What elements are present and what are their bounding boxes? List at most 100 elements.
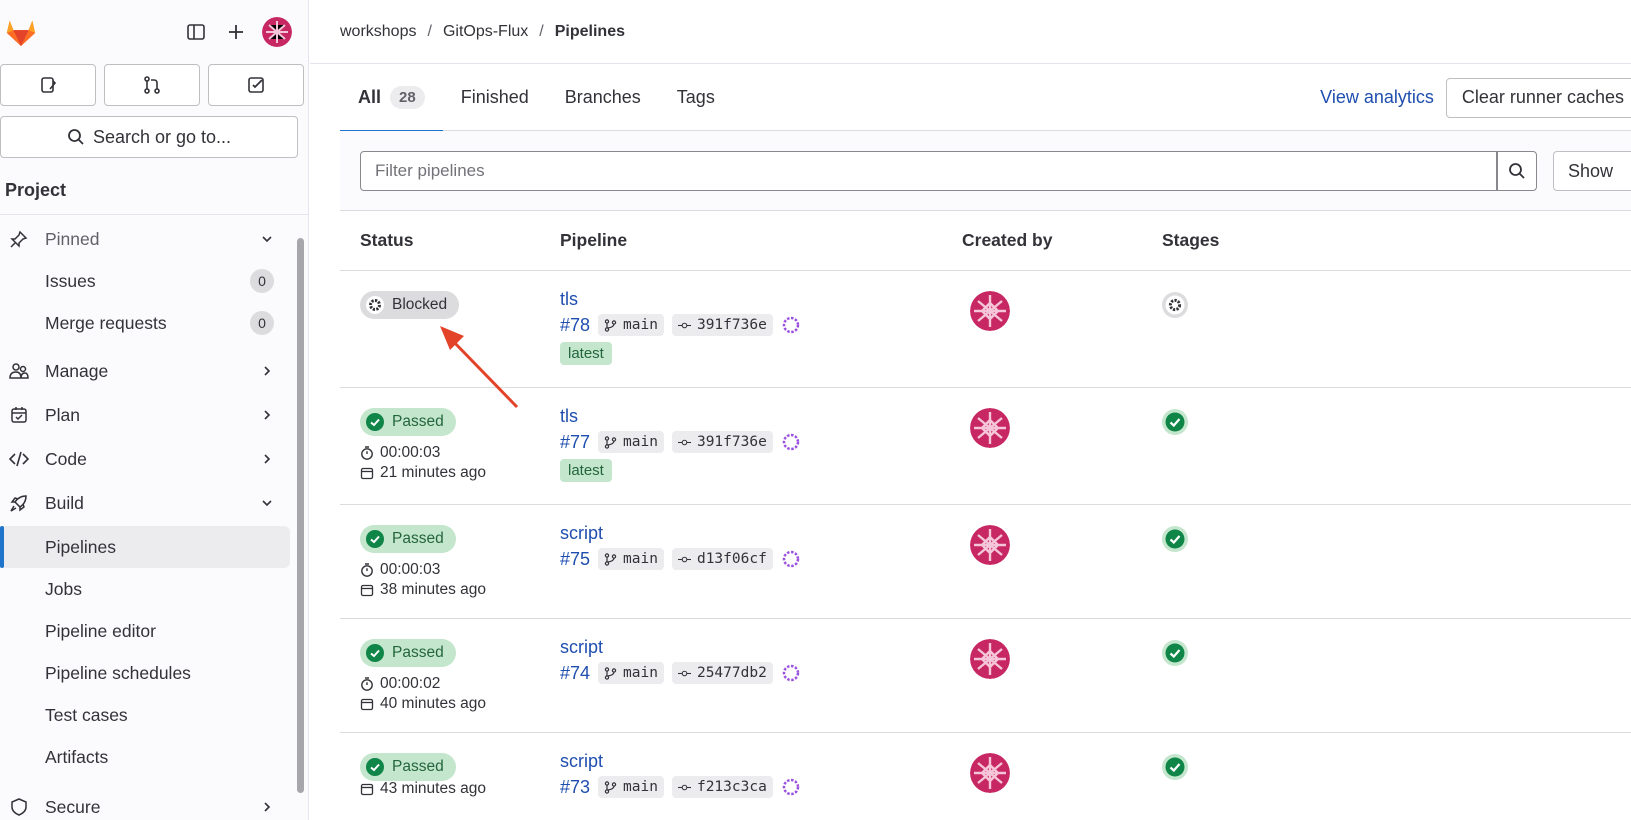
create-new-icon[interactable]: [216, 12, 256, 52]
creator-avatar[interactable]: [970, 525, 1010, 565]
stage-passed-icon[interactable]: [1162, 526, 1188, 552]
code-icon: [8, 448, 30, 470]
gitlab-logo-icon[interactable]: [4, 15, 38, 49]
creator-avatar[interactable]: [970, 291, 1010, 331]
tab-branches[interactable]: Branches: [547, 64, 659, 131]
calendar-icon: [360, 466, 374, 480]
sidebar-item-merge-requests[interactable]: Merge requests 0: [0, 302, 290, 344]
commit-sha-chip[interactable]: 25477db2: [671, 662, 773, 684]
commit-icon: [677, 553, 691, 566]
sidebar-item-label: Code: [45, 448, 87, 469]
status-badge[interactable]: Passed: [360, 525, 456, 553]
branch-chip[interactable]: main: [598, 662, 664, 684]
pipeline-finished-time: 40 minutes ago: [360, 695, 486, 713]
stage-blocked-icon[interactable]: [1162, 292, 1188, 318]
view-analytics-link[interactable]: View analytics: [1320, 87, 1434, 108]
pipeline-commit-title-link[interactable]: tls: [560, 406, 578, 427]
status-badge[interactable]: Passed: [360, 753, 456, 781]
sidebar-item-manage[interactable]: Manage: [0, 350, 290, 392]
status-passed-icon: [366, 413, 392, 431]
sidebar-item-secure[interactable]: Secure: [0, 786, 290, 820]
scrollbar-thumb[interactable]: [297, 238, 304, 793]
commit-sha-chip[interactable]: d13f06cf: [671, 548, 773, 570]
branch-icon: [604, 552, 617, 566]
commit-author-avatar[interactable]: [781, 663, 801, 683]
sidebar-item-code[interactable]: Code: [0, 438, 290, 480]
stage-passed-icon[interactable]: [1162, 409, 1188, 435]
timer-icon: [360, 446, 374, 460]
tab-tags[interactable]: Tags: [659, 64, 733, 131]
sidebar-item-pipeline-schedules[interactable]: Pipeline schedules: [0, 652, 290, 694]
user-avatar[interactable]: [262, 17, 292, 47]
status-badge[interactable]: Blocked: [360, 291, 460, 319]
creator-avatar[interactable]: [970, 408, 1010, 448]
time-ago-text: 38 minutes ago: [380, 581, 486, 598]
filter-pipelines-input[interactable]: Filter pipelines: [360, 151, 1497, 191]
sidebar-item-artifacts[interactable]: Artifacts: [0, 736, 290, 778]
pipeline-id-link[interactable]: #78: [560, 315, 590, 336]
commit-sha: 25477db2: [696, 665, 767, 681]
breadcrumb-item-workshops[interactable]: workshops: [340, 23, 416, 41]
pipeline-id-link[interactable]: #74: [560, 663, 590, 684]
commit-author-avatar[interactable]: [781, 549, 801, 569]
commit-sha-chip[interactable]: 391f736e: [671, 314, 773, 336]
branch-icon: [604, 780, 617, 794]
branch-chip[interactable]: main: [598, 776, 664, 798]
pipeline-id-link[interactable]: #75: [560, 549, 590, 570]
stage-passed-icon[interactable]: [1162, 754, 1188, 780]
sidebar-item-test-cases[interactable]: Test cases: [0, 694, 290, 736]
show-dropdown[interactable]: Show: [1553, 151, 1631, 191]
pipeline-commit-title-link[interactable]: script: [560, 523, 603, 544]
todo-list-button[interactable]: [208, 64, 304, 106]
chevron-down-icon: [262, 500, 272, 507]
sidebar-item-build[interactable]: Build: [0, 482, 290, 524]
pipeline-commit-title-link[interactable]: script: [560, 637, 603, 658]
sidebar-item-issues[interactable]: Issues 0: [0, 260, 290, 302]
sidebar-scrollbar[interactable]: [296, 212, 306, 820]
timer-icon: [360, 563, 374, 577]
filter-search-button[interactable]: [1497, 151, 1537, 191]
search-icon: [1509, 163, 1525, 179]
sidebar-search-button[interactable]: Search or go to...: [0, 116, 298, 158]
calendar-icon: [360, 782, 374, 796]
sidebar-item-jobs[interactable]: Jobs: [0, 568, 290, 610]
commit-author-avatar[interactable]: [781, 315, 801, 335]
issues-count-badge: 0: [250, 269, 274, 293]
tab-label: Branches: [564, 86, 641, 107]
pipeline-id-link[interactable]: #77: [560, 432, 590, 453]
branch-chip[interactable]: main: [598, 548, 664, 570]
toggle-sidebar-icon[interactable]: [176, 12, 216, 52]
pipeline-commit-title-link[interactable]: script: [560, 751, 603, 772]
pipeline-finished-time: 21 minutes ago: [360, 464, 486, 482]
sidebar-item-pinned[interactable]: Pinned: [0, 218, 290, 260]
commit-sha-chip[interactable]: f213c3ca: [671, 776, 773, 798]
sidebar-item-plan[interactable]: Plan: [0, 394, 290, 436]
pipeline-id-link[interactable]: #73: [560, 777, 590, 798]
branch-name: main: [623, 434, 658, 450]
clear-runner-caches-button[interactable]: Clear runner caches: [1445, 77, 1631, 118]
breadcrumb-item-current[interactable]: Pipelines: [555, 23, 625, 41]
status-label: Passed: [392, 413, 444, 430]
commit-sha-chip[interactable]: 391f736e: [671, 431, 773, 453]
branch-chip[interactable]: main: [598, 314, 664, 336]
pipeline-commit-title-link[interactable]: tls: [560, 289, 578, 310]
todo-icon: [248, 77, 264, 93]
tab-all[interactable]: All 28: [340, 64, 443, 132]
status-passed-icon: [366, 758, 392, 776]
search-icon: [68, 129, 84, 145]
pipeline-duration: 00:00:03: [360, 561, 440, 579]
sidebar-item-pipeline-editor[interactable]: Pipeline editor: [0, 610, 290, 652]
assigned-issues-button[interactable]: [0, 64, 96, 106]
status-badge[interactable]: Passed: [360, 639, 456, 667]
stage-passed-icon[interactable]: [1162, 640, 1188, 666]
tab-finished[interactable]: Finished: [443, 64, 547, 131]
commit-author-avatar[interactable]: [781, 432, 801, 452]
creator-avatar[interactable]: [970, 639, 1010, 679]
creator-avatar[interactable]: [970, 753, 1010, 793]
commit-author-avatar[interactable]: [781, 777, 801, 797]
branch-chip[interactable]: main: [598, 431, 664, 453]
merge-requests-button[interactable]: [104, 64, 200, 106]
status-badge[interactable]: Passed: [360, 408, 456, 436]
sidebar-item-pipelines[interactable]: Pipelines: [0, 526, 290, 568]
breadcrumb-item-project[interactable]: GitOps-Flux: [443, 23, 528, 41]
